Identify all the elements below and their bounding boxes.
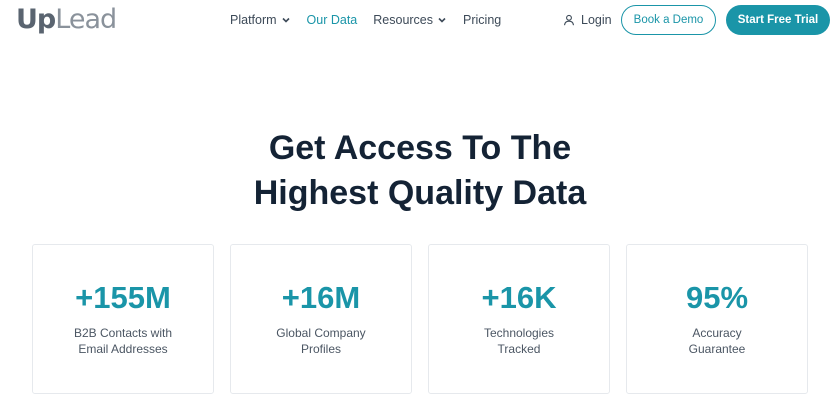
logo-part-lead: Lead (55, 4, 117, 35)
stat-label-line: Accuracy (692, 326, 742, 340)
nav-item-label: Our Data (306, 13, 358, 27)
nav-item-our-data[interactable]: Our Data (307, 11, 358, 29)
logo-part-up: Up (16, 4, 56, 35)
user-icon (563, 14, 575, 26)
nav-item-label: Resources (373, 13, 434, 27)
stat-card-companies: +16M Global Company Profiles (230, 244, 412, 394)
stat-value: +155M (75, 280, 171, 315)
hero-heading-line-2: Highest Quality Data (253, 174, 587, 212)
stat-label-line: Technologies (483, 326, 555, 340)
stat-label: Accuracy Guarantee (642, 325, 792, 357)
nav-item-pricing[interactable]: Pricing (463, 11, 501, 29)
top-navigation: UpLead Platform Our Data Resources Prici… (0, 0, 840, 40)
login-link[interactable]: Login (563, 11, 612, 29)
stat-label-line: Profiles (300, 342, 341, 356)
stat-value: +16M (281, 280, 361, 315)
login-label: Login (581, 13, 612, 27)
stat-label-line: Tracked (497, 342, 541, 356)
chevron-down-icon (437, 15, 447, 25)
stat-card-contacts: +155M B2B Contacts with Email Addresses (32, 244, 214, 394)
stat-label: Technologies Tracked (444, 325, 594, 357)
main-menu: Platform Our Data Resources Pricing (230, 11, 517, 29)
start-free-trial-button[interactable]: Start Free Trial (726, 5, 830, 35)
hero-heading-line-1: Get Access To The (268, 129, 572, 167)
hero-heading: Get Access To The Highest Quality Data (0, 126, 840, 216)
stat-value: +16K (481, 280, 557, 315)
stat-label: B2B Contacts with Email Addresses (48, 325, 198, 357)
book-demo-button[interactable]: Book a Demo (621, 5, 716, 35)
stat-label-line: Guarantee (688, 342, 746, 356)
chevron-down-icon (281, 15, 291, 25)
stats-cards: +155M B2B Contacts with Email Addresses … (32, 244, 808, 394)
stat-value: 95% (685, 280, 749, 315)
nav-item-label: Platform (230, 13, 277, 27)
nav-item-platform[interactable]: Platform (230, 11, 291, 29)
uplead-logo[interactable]: UpLead (16, 3, 117, 37)
stat-label: Global Company Profiles (246, 325, 396, 357)
stat-label-line: Email Addresses (78, 342, 168, 356)
nav-item-label: Pricing (463, 13, 502, 27)
nav-item-resources[interactable]: Resources (373, 11, 447, 29)
stat-card-accuracy: 95% Accuracy Guarantee (626, 244, 808, 394)
stat-card-technologies: +16K Technologies Tracked (428, 244, 610, 394)
stat-label-line: Global Company (276, 326, 366, 340)
stat-label-line: B2B Contacts with (73, 326, 173, 340)
